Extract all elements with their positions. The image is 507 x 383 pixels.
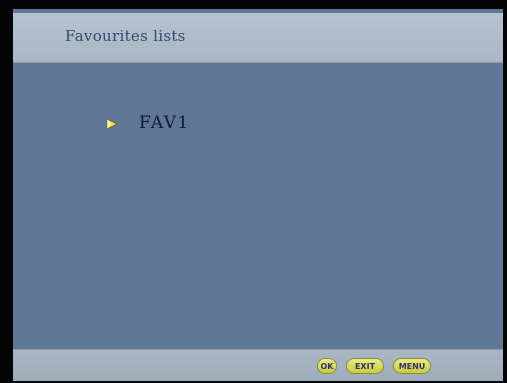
favourites-panel: Favourites lists FAV1 OK EXIT MENU — [13, 9, 503, 381]
header-bar: Favourites lists — [13, 13, 503, 63]
footer-bar: OK EXIT MENU — [13, 349, 503, 381]
exit-button[interactable]: EXIT — [346, 358, 384, 374]
ok-button[interactable]: OK — [317, 358, 337, 374]
list-item-fav1[interactable]: FAV1 — [105, 111, 190, 135]
right-arrow-icon — [105, 116, 119, 130]
page-title: Favourites lists — [65, 27, 186, 45]
menu-button[interactable]: MENU — [393, 358, 431, 374]
tv-screen: Favourites lists FAV1 OK EXIT MENU — [0, 0, 507, 383]
list-area: FAV1 — [13, 63, 503, 346]
list-item-label: FAV1 — [139, 113, 190, 133]
